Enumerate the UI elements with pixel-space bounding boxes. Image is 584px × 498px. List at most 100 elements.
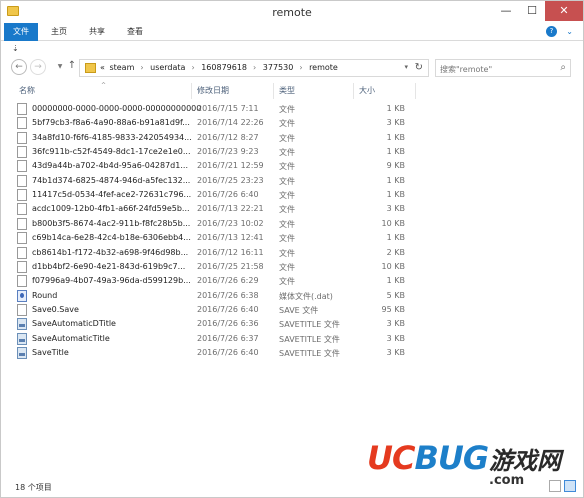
tab-share[interactable]: 共享 (80, 23, 114, 41)
breadcrumb-separator-icon[interactable]: › (299, 63, 302, 72)
file-type: 文件 (279, 119, 295, 129)
search-input[interactable]: 搜索"remote" (440, 64, 492, 75)
search-box[interactable]: 搜索"remote" ⌕ (435, 59, 571, 77)
column-header-date[interactable]: 修改日期 (197, 85, 229, 96)
breadcrumb-separator-icon[interactable]: › (191, 63, 194, 72)
file-type: 文件 (279, 219, 295, 229)
file-date: 2016/7/26 6:40 (197, 304, 259, 314)
sort-arrow-icon: ^ (101, 82, 107, 89)
file-row[interactable]: 36fc911b-c52f-4549-8dc1-17ce2e1e0... 2016… (15, 145, 415, 159)
column-header-name[interactable]: 名称 (19, 85, 35, 96)
file-row[interactable]: b800b3f5-8674-4ac2-911b-f8fc28b5b... 2016… (15, 217, 415, 231)
file-row[interactable]: f07996a9-4b07-49a3-96da-d599129b... 2016/… (15, 274, 415, 288)
file-row[interactable]: Round 2016/7/26 6:38 媒体文件(.dat) 5 KB (15, 289, 415, 303)
file-size: 1 KB (386, 175, 405, 185)
file-name: Save0.Save (32, 304, 79, 314)
help-icon[interactable]: ? (546, 26, 557, 37)
breadcrumb-steam[interactable]: steam (109, 63, 134, 72)
column-header-size[interactable]: 大小 (359, 85, 375, 96)
file-icon (17, 246, 27, 259)
file-date: 2016/7/26 6:36 (197, 319, 259, 329)
watermark-com: .com (489, 473, 525, 488)
column-divider[interactable] (353, 83, 354, 99)
file-name: 43d9a44b-a702-4b4d-95a6-04287d1... (32, 161, 188, 171)
file-row[interactable]: cb8614b1-f172-4b32-a698-9f46d98b... 2016/… (15, 246, 415, 260)
column-divider[interactable] (273, 83, 274, 99)
watermark-cn: 游戏网 (489, 447, 561, 475)
breadcrumb-remote[interactable]: remote (309, 63, 338, 72)
file-row[interactable]: c69b14ca-6e28-42c4-b18e-6306ebb4... 2016/… (15, 231, 415, 245)
file-row[interactable]: Save0.Save 2016/7/26 6:40 SAVE 文件 95 KB (15, 303, 415, 317)
tab-view[interactable]: 查看 (118, 23, 152, 41)
tab-home[interactable]: 主页 (42, 23, 76, 41)
file-row[interactable]: SaveAutomaticDTitle 2016/7/26 6:36 SAVETIT… (15, 317, 415, 331)
file-icon (17, 146, 27, 159)
file-row[interactable]: d1bb4bf2-6e90-4e21-843d-619b9c7... 2016/7… (15, 260, 415, 274)
breadcrumb-separator-icon[interactable]: › (140, 63, 143, 72)
breadcrumb-separator-icon[interactable]: › (253, 63, 256, 72)
file-size: 5 KB (386, 290, 405, 300)
tab-file[interactable]: 文件 (4, 23, 38, 41)
file-row[interactable]: SaveTitle 2016/7/26 6:40 SAVETITLE 文件 3 KB (15, 346, 415, 360)
file-type: 文件 (279, 262, 295, 272)
breadcrumb-userdata[interactable]: userdata (150, 63, 185, 72)
back-button[interactable]: ← (11, 59, 27, 75)
file-date: 2016/7/14 22:26 (197, 118, 264, 128)
navigation-bar: ← → ▼ ↑ « steam › userdata › 160879618 › 37… (1, 55, 583, 79)
file-name: c69b14ca-6e28-42c4-b18e-6306ebb4... (32, 233, 191, 243)
file-size: 1 KB (386, 147, 405, 157)
chevron-down-icon[interactable]: ⌄ (566, 27, 573, 36)
address-bar[interactable]: « steam › userdata › 160879618 › 377530 › re… (79, 59, 429, 77)
address-dropdown-icon[interactable]: ▾ (404, 63, 408, 71)
file-name: 11417c5d-0534-4fef-ace2-72631c796... (32, 190, 192, 200)
file-row[interactable]: SaveAutomaticTitle 2016/7/26 6:37 SAVETITL… (15, 332, 415, 346)
breadcrumb-160879618[interactable]: 160879618 (201, 63, 247, 72)
minimize-button[interactable]: — (493, 1, 519, 21)
status-item-count: 18 个项目 (15, 483, 52, 492)
file-type: SAVETITLE 文件 (279, 334, 340, 344)
savetitle-file-icon (17, 346, 27, 359)
file-date: 2016/7/26 6:40 (197, 190, 259, 200)
column-divider[interactable] (191, 83, 192, 99)
file-type: SAVE 文件 (279, 305, 319, 315)
file-date: 2016/7/23 10:02 (197, 218, 264, 228)
up-button[interactable]: ↑ (64, 59, 80, 75)
file-size: 1 KB (386, 233, 405, 243)
maximize-button[interactable]: ☐ (519, 1, 545, 21)
file-date: 2016/7/15 7:11 (197, 104, 259, 113)
file-row[interactable]: 00000000-0000-0000-0000-000000000000 2016… (15, 102, 415, 116)
file-date: 2016/7/25 23:23 (197, 175, 264, 185)
file-date: 2016/7/13 22:21 (197, 204, 264, 214)
search-icon[interactable]: ⌕ (560, 62, 566, 73)
file-row[interactable]: 11417c5d-0534-4fef-ace2-72631c796... 2016… (15, 188, 415, 202)
file-name: Round (32, 290, 58, 300)
file-icon (17, 217, 27, 230)
savetitle-file-icon (17, 332, 27, 345)
file-type: 文件 (279, 148, 295, 158)
forward-button[interactable]: → (30, 59, 46, 75)
file-row[interactable]: 34a8fd10-f6f6-4185-9833-242054934... 2016… (15, 131, 415, 145)
file-icon (17, 203, 27, 216)
file-row[interactable]: 43d9a44b-a702-4b4d-95a6-04287d1... 2016/7… (15, 159, 415, 173)
watermark-brand: UCBUG (367, 439, 489, 477)
file-date: 2016/7/26 6:38 (197, 290, 259, 300)
file-type: SAVETITLE 文件 (279, 348, 340, 358)
refresh-icon[interactable]: ↻ (415, 62, 423, 73)
file-row[interactable]: 5bf79cb3-f8a6-4a90-88a6-b91a81d9f... 2016… (15, 116, 415, 130)
file-name: f07996a9-4b07-49a3-96da-d599129b... (32, 276, 191, 286)
file-name: b800b3f5-8674-4ac2-911b-f8fc28b5b... (32, 218, 191, 228)
file-row[interactable]: acdc1009-12b0-4fb1-a66f-24fd59e5b... 2016… (15, 202, 415, 216)
column-divider[interactable] (415, 83, 416, 99)
file-type: 文件 (279, 248, 295, 258)
file-size: 3 KB (386, 319, 405, 329)
title-bar: remote — ☐ ✕ (1, 1, 583, 23)
column-header-type[interactable]: 类型 (279, 85, 295, 96)
file-row[interactable]: 74b1d374-6825-4874-946d-a5fec132... 2016/… (15, 174, 415, 188)
file-size: 3 KB (386, 333, 405, 343)
quick-access-pin-icon[interactable]: ⇣ (12, 44, 19, 53)
breadcrumb: « steam › userdata › 160879618 › 377530 › re… (100, 63, 340, 72)
file-size: 1 KB (386, 132, 405, 142)
breadcrumb-overflow[interactable]: « (100, 63, 105, 72)
breadcrumb-377530[interactable]: 377530 (263, 63, 294, 72)
close-button[interactable]: ✕ (545, 1, 583, 21)
